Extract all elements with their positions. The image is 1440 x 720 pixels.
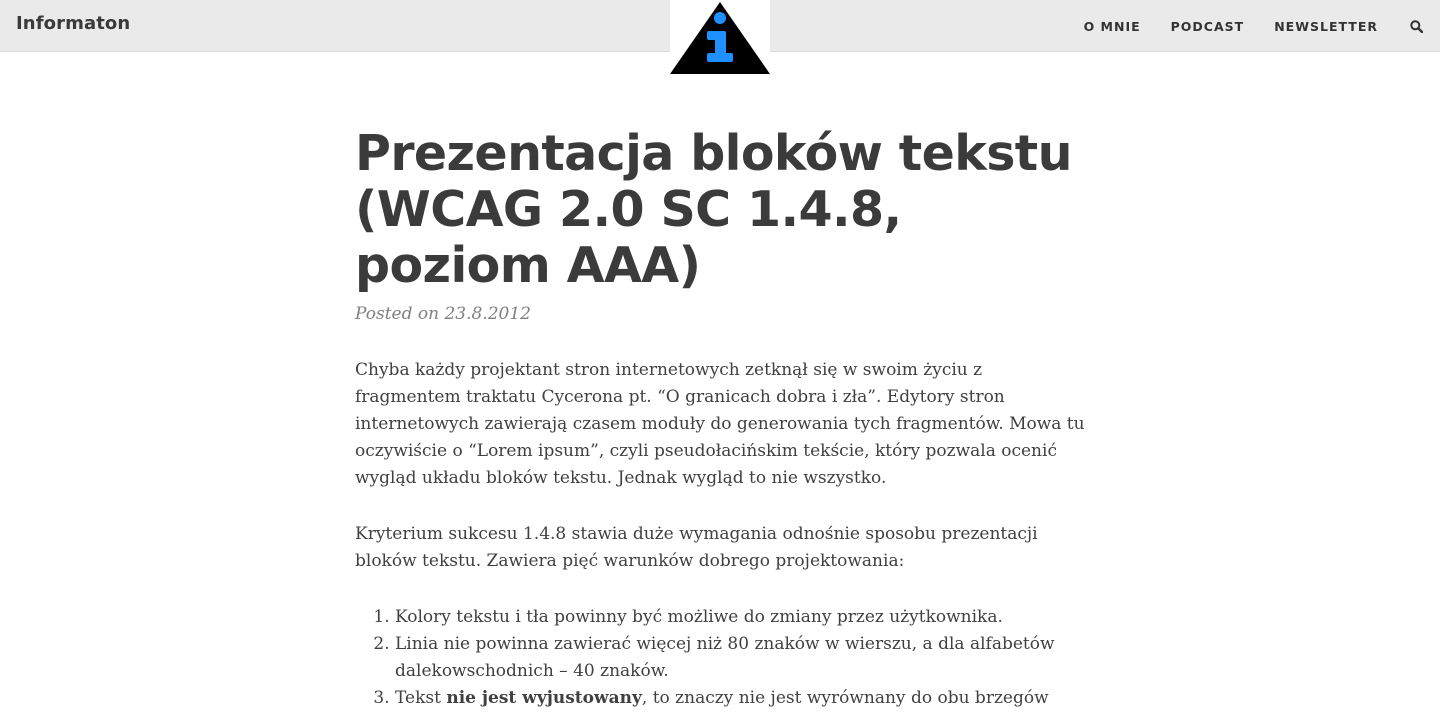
- site-title-link[interactable]: Informaton: [16, 13, 130, 34]
- nav-item-podcast[interactable]: PODCAST: [1171, 19, 1245, 34]
- requirements-list: Kolory tekstu i tła powinny być możliwe …: [355, 604, 1085, 712]
- list-item-suffix: , to znaczy nie jest wyrównany do obu br…: [641, 688, 1049, 708]
- list-item-emphasis: nie jest wyjustowany: [446, 688, 642, 708]
- post-title: Prezentacja bloków tekstu (WCAG 2.0 SC 1…: [355, 125, 1073, 294]
- nav-item-newsletter[interactable]: NEWSLETTER: [1274, 19, 1378, 34]
- site-logo[interactable]: [670, 0, 770, 74]
- paragraph: Kryterium sukcesu 1.4.8 stawia duże wyma…: [355, 524, 1038, 571]
- post-content: Prezentacja bloków tekstu (WCAG 2.0 SC 1…: [355, 126, 1085, 712]
- nav-item-o-mnie[interactable]: O MNIE: [1084, 19, 1141, 34]
- post-date: Posted on 23.8.2012: [355, 304, 531, 324]
- list-item: Kolory tekstu i tła powinny być możliwe …: [395, 604, 1085, 631]
- paragraph: Chyba każdy projektant stron internetowy…: [355, 360, 1085, 488]
- list-item-prefix: Tekst: [395, 688, 447, 708]
- info-triangle-logo-icon: [670, 2, 770, 74]
- post-body: Chyba każdy projektant stron internetowy…: [355, 357, 1085, 712]
- list-item: Tekst nie jest wyjustowany, to znaczy ni…: [395, 685, 1085, 712]
- site-header: Informaton O MNIE PODCAST NEWSLETTER: [0, 0, 1440, 74]
- list-item: Linia nie powinna zawierać więcej niż 80…: [395, 631, 1085, 685]
- main-nav: O MNIE PODCAST NEWSLETTER: [1054, 0, 1424, 52]
- search-icon[interactable]: [1408, 18, 1424, 34]
